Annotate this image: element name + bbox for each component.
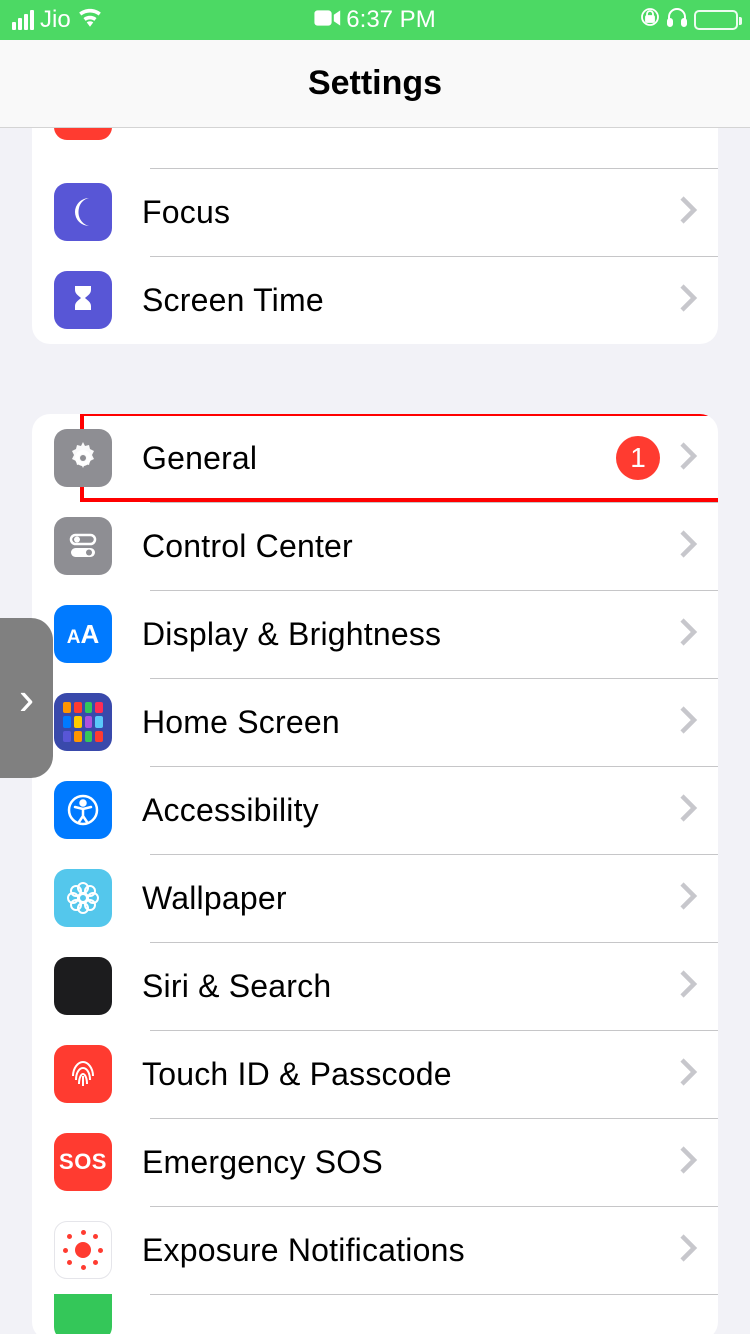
settings-group-1: Sounds & Haptics Focus Screen Time <box>32 128 718 344</box>
row-label: Wallpaper <box>142 880 678 917</box>
row-sounds-haptics[interactable]: Sounds & Haptics <box>32 128 718 168</box>
chevron-right-icon <box>678 195 698 230</box>
accessibility-icon <box>54 781 112 839</box>
toggles-icon <box>54 517 112 575</box>
chevron-right-icon <box>678 617 698 652</box>
row-battery[interactable] <box>32 1294 718 1334</box>
row-label: Accessibility <box>142 792 678 829</box>
row-label: Touch ID & Passcode <box>142 1056 678 1093</box>
row-label: Display & Brightness <box>142 616 678 653</box>
fingerprint-icon <box>54 1045 112 1103</box>
navigation-bar: Settings <box>0 40 750 128</box>
row-label: Emergency SOS <box>142 1144 678 1181</box>
chevron-right-icon <box>678 793 698 828</box>
row-label: General <box>142 440 616 477</box>
chevron-right-icon <box>678 441 698 476</box>
side-drawer-handle[interactable]: › <box>0 618 53 778</box>
hourglass-icon <box>54 271 112 329</box>
content-scroll[interactable]: Sounds & Haptics Focus Screen Time Gener… <box>0 128 750 1334</box>
gear-icon <box>54 429 112 487</box>
row-label: Exposure Notifications <box>142 1232 678 1269</box>
speaker-icon <box>54 128 112 140</box>
signal-icon <box>12 10 34 30</box>
wifi-icon <box>77 6 103 34</box>
row-home-screen[interactable]: Home Screen <box>32 678 718 766</box>
settings-group-2: General 1 Control Center AA Display & Br… <box>32 414 718 1334</box>
flower-icon <box>54 869 112 927</box>
text-size-icon: AA <box>54 605 112 663</box>
app-grid-icon <box>54 693 112 751</box>
chevron-right-icon <box>678 283 698 318</box>
row-wallpaper[interactable]: Wallpaper <box>32 854 718 942</box>
chevron-right-icon <box>678 529 698 564</box>
row-siri-search[interactable]: Siri & Search <box>32 942 718 1030</box>
row-display-brightness[interactable]: AA Display & Brightness <box>32 590 718 678</box>
row-label: Control Center <box>142 528 678 565</box>
row-label: Siri & Search <box>142 968 678 1005</box>
status-time: 6:37 PM <box>346 6 435 34</box>
camera-icon <box>314 6 340 34</box>
chevron-right-icon <box>678 705 698 740</box>
orientation-lock-icon <box>640 6 660 34</box>
sos-icon: SOS <box>54 1133 112 1191</box>
moon-icon <box>54 183 112 241</box>
chevron-right-icon <box>678 969 698 1004</box>
notification-badge: 1 <box>616 436 660 480</box>
row-touch-id[interactable]: Touch ID & Passcode <box>32 1030 718 1118</box>
chevron-right-icon <box>678 1057 698 1092</box>
row-exposure-notifications[interactable]: Exposure Notifications <box>32 1206 718 1294</box>
headphones-icon <box>666 6 688 35</box>
siri-icon <box>54 957 112 1015</box>
row-accessibility[interactable]: Accessibility <box>32 766 718 854</box>
row-emergency-sos[interactable]: SOS Emergency SOS <box>32 1118 718 1206</box>
battery-icon <box>694 10 738 30</box>
exposure-icon <box>54 1221 112 1279</box>
row-label: Home Screen <box>142 704 678 741</box>
page-title: Settings <box>308 64 442 103</box>
row-screen-time[interactable]: Screen Time <box>32 256 718 344</box>
battery-icon <box>54 1294 112 1334</box>
row-general[interactable]: General 1 <box>32 414 718 502</box>
row-label: Screen Time <box>142 282 678 319</box>
row-focus[interactable]: Focus <box>32 168 718 256</box>
row-label: Focus <box>142 194 678 231</box>
row-control-center[interactable]: Control Center <box>32 502 718 590</box>
chevron-right-icon <box>678 1145 698 1180</box>
carrier-label: Jio <box>40 6 71 34</box>
chevron-right-icon <box>678 1233 698 1268</box>
chevron-right-icon <box>678 881 698 916</box>
status-bar: Jio 6:37 PM <box>0 0 750 40</box>
